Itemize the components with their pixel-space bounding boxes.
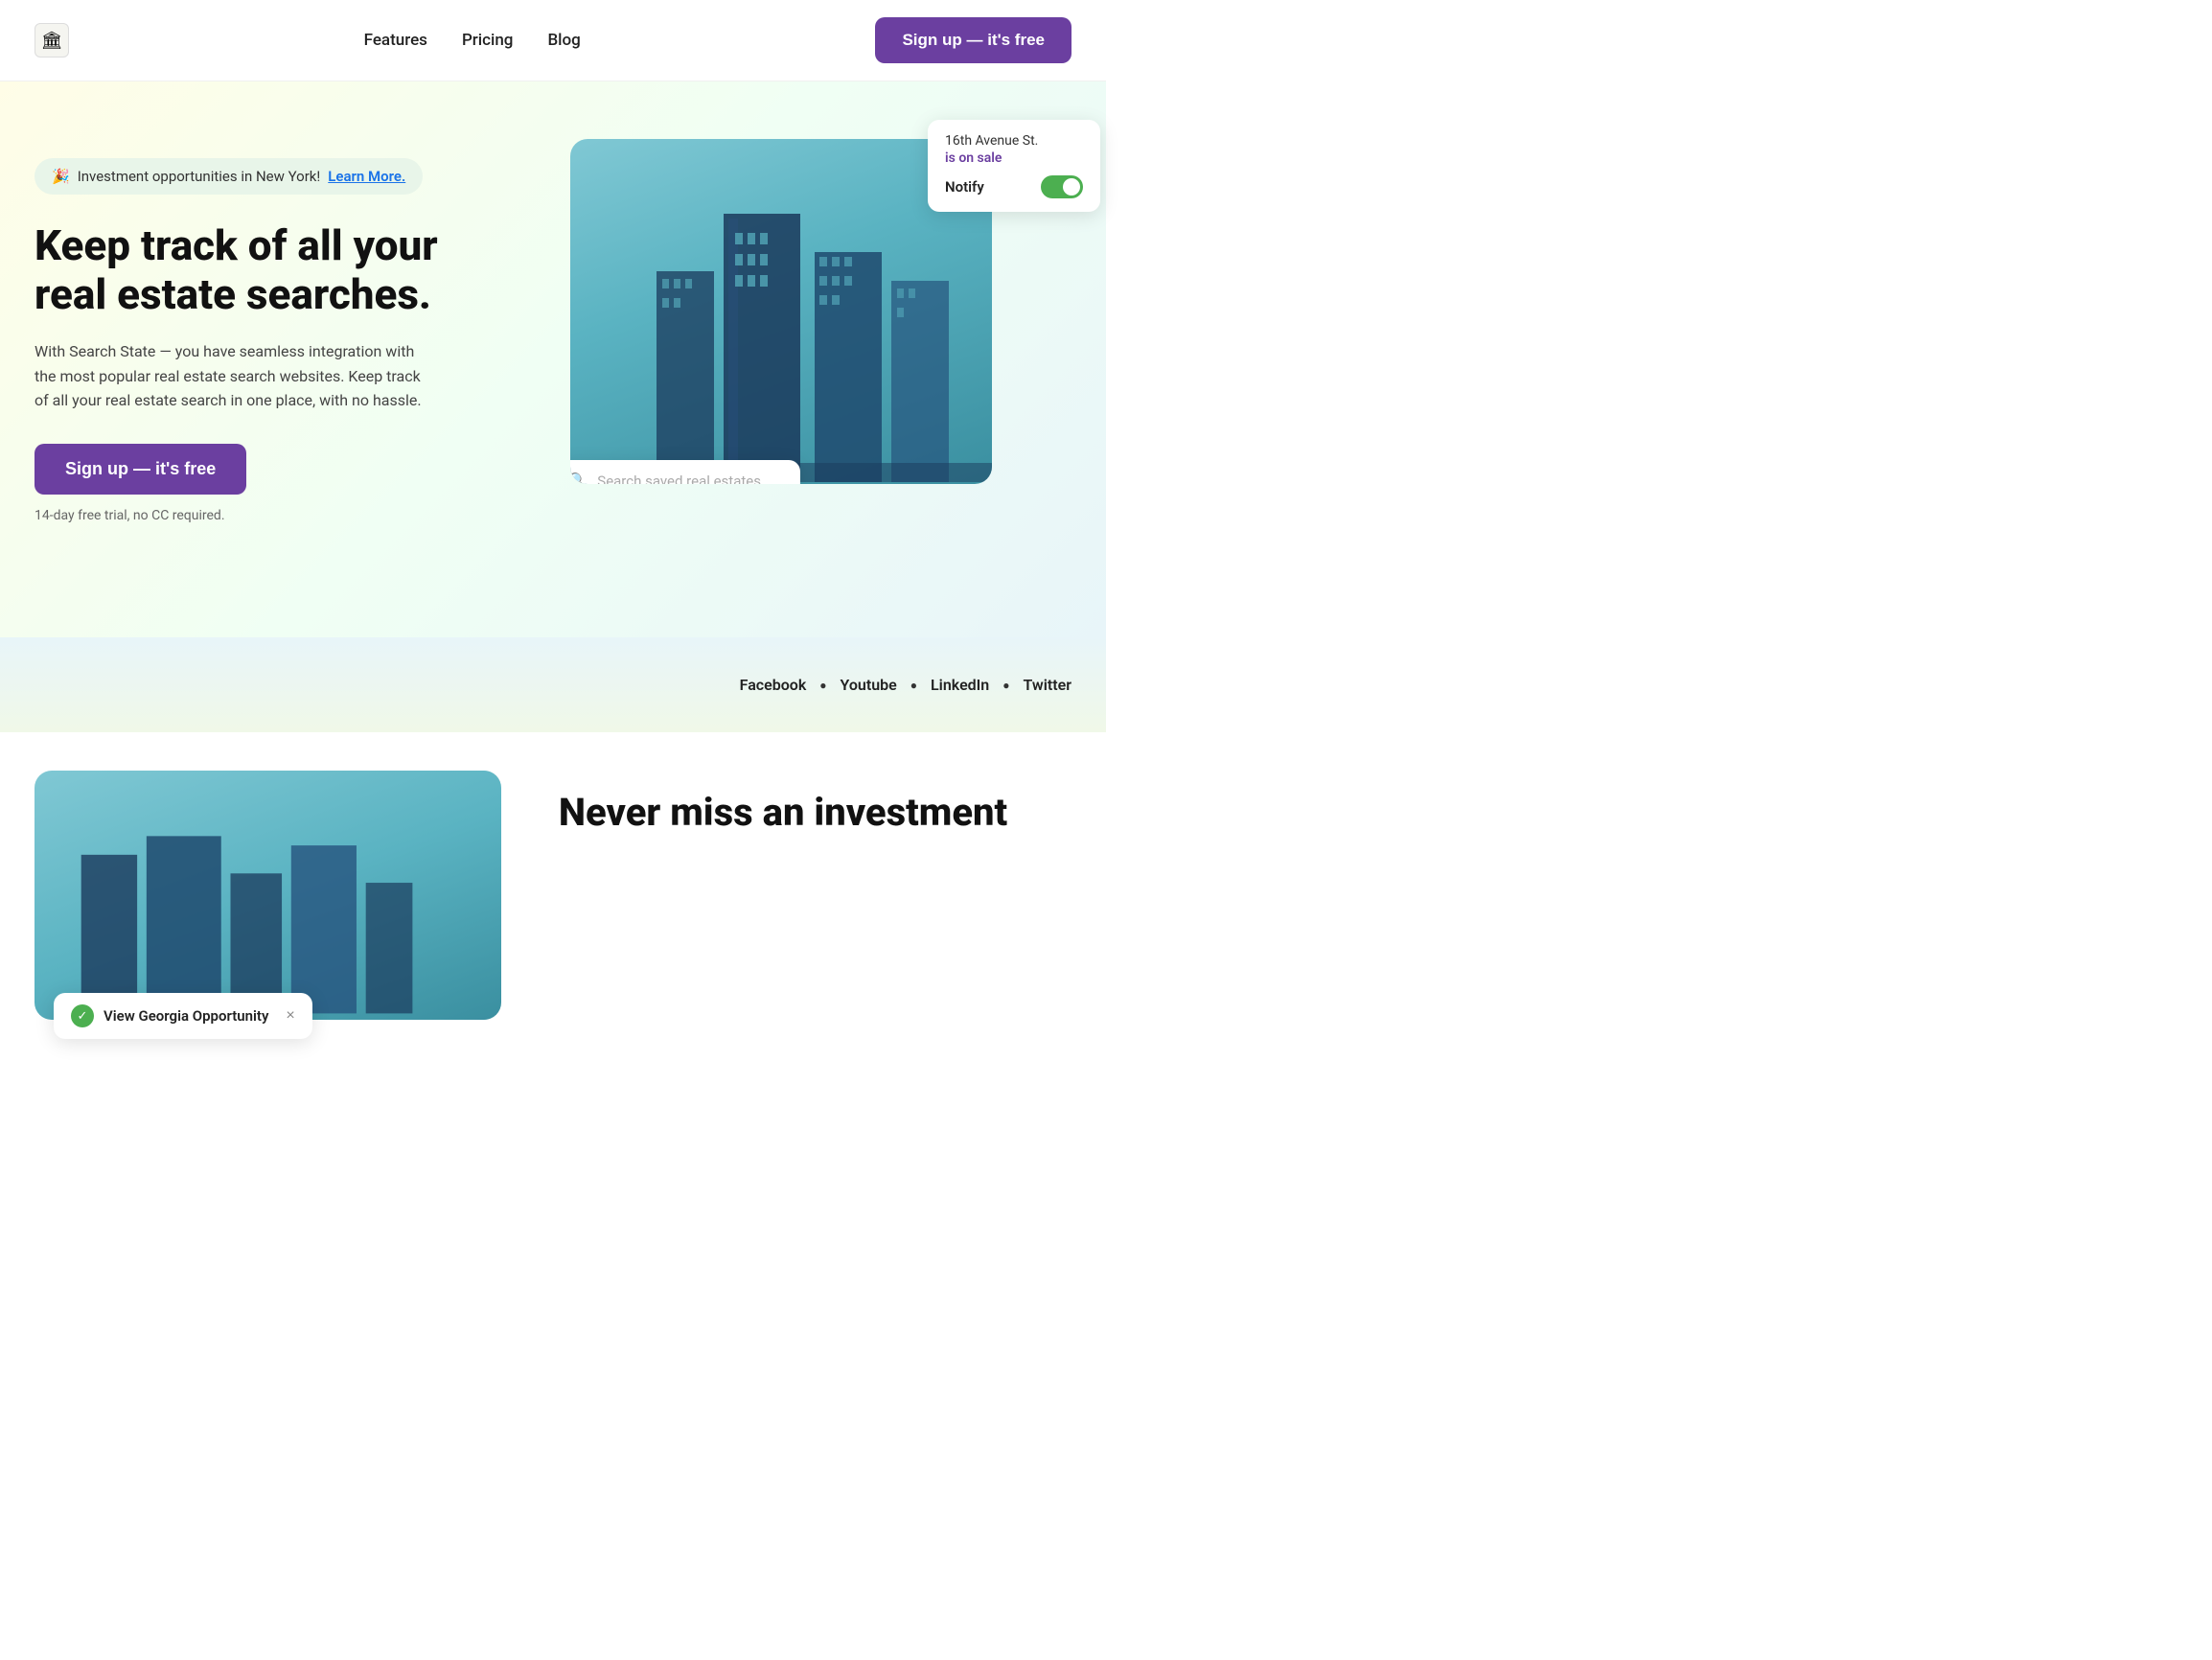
notify-toggle[interactable] bbox=[1041, 175, 1083, 198]
nav-blog[interactable]: Blog bbox=[547, 31, 580, 50]
social-dot-2: ● bbox=[910, 679, 917, 692]
nav-pricing[interactable]: Pricing bbox=[462, 31, 514, 50]
second-right: Never miss an investment bbox=[559, 771, 1071, 836]
nav-features[interactable]: Features bbox=[364, 31, 427, 50]
notify-address: 16th Avenue St. bbox=[945, 133, 1083, 149]
georgia-buildings bbox=[35, 820, 501, 1020]
buildings-illustration bbox=[570, 173, 992, 484]
search-icon: 🔍 bbox=[570, 472, 588, 484]
notify-card: 16th Avenue St. is on sale Notify bbox=[928, 120, 1100, 212]
social-links: Facebook ● Youtube ● LinkedIn ● Twitter bbox=[740, 676, 1071, 694]
social-dot-1: ● bbox=[819, 679, 826, 692]
second-section: ✓ View Georgia Opportunity × Never miss … bbox=[0, 732, 1106, 1077]
announcement-text: Investment opportunities in New York! bbox=[78, 168, 321, 185]
social-youtube[interactable]: Youtube bbox=[841, 676, 897, 694]
hero-description: With Search State — you have seamless in… bbox=[35, 339, 437, 413]
social-linkedin[interactable]: LinkedIn bbox=[931, 676, 989, 694]
search-bar[interactable]: 🔍 Search saved real estates bbox=[570, 460, 800, 484]
notify-label: Notify bbox=[945, 178, 984, 196]
social-facebook[interactable]: Facebook bbox=[740, 676, 807, 694]
second-title: Never miss an investment bbox=[559, 790, 1071, 836]
announcement-banner: 🎉 Investment opportunities in New York! … bbox=[35, 158, 423, 195]
georgia-card bbox=[35, 771, 501, 1020]
hero-right: 16th Avenue St. is on sale Notify bbox=[570, 139, 1071, 484]
header-signup-button[interactable]: Sign up — it's free bbox=[875, 17, 1071, 63]
hero-title: Keep track of all your real estate searc… bbox=[35, 221, 495, 318]
second-left: ✓ View Georgia Opportunity × bbox=[35, 771, 501, 1020]
close-toast-button[interactable]: × bbox=[278, 1007, 294, 1025]
header: 🏛 Features Pricing Blog Sign up — it's f… bbox=[0, 0, 1106, 81]
logo: 🏛 bbox=[35, 23, 69, 58]
trial-note: 14-day free trial, no CC required. bbox=[35, 508, 532, 523]
view-opportunity-text: View Georgia Opportunity bbox=[104, 1007, 268, 1025]
hero-section: 🎉 Investment opportunities in New York! … bbox=[0, 81, 1106, 637]
social-dot-3: ● bbox=[1002, 679, 1009, 692]
logo-icon: 🏛 bbox=[35, 23, 69, 58]
check-icon: ✓ bbox=[71, 1004, 94, 1027]
notify-sale-status: is on sale bbox=[945, 150, 1083, 166]
georgia-image bbox=[35, 771, 501, 1020]
social-section: Facebook ● Youtube ● LinkedIn ● Twitter bbox=[0, 637, 1106, 732]
main-nav: Features Pricing Blog bbox=[364, 31, 581, 50]
hero-left: 🎉 Investment opportunities in New York! … bbox=[35, 139, 532, 523]
view-opportunity-toast: ✓ View Georgia Opportunity × bbox=[54, 993, 312, 1039]
social-twitter[interactable]: Twitter bbox=[1023, 676, 1071, 694]
search-placeholder-text: Search saved real estates bbox=[597, 473, 761, 485]
notify-row: Notify bbox=[945, 175, 1083, 198]
announcement-emoji: 🎉 bbox=[52, 168, 70, 185]
announcement-link[interactable]: Learn More. bbox=[328, 168, 405, 185]
hero-signup-button[interactable]: Sign up — it's free bbox=[35, 444, 246, 495]
